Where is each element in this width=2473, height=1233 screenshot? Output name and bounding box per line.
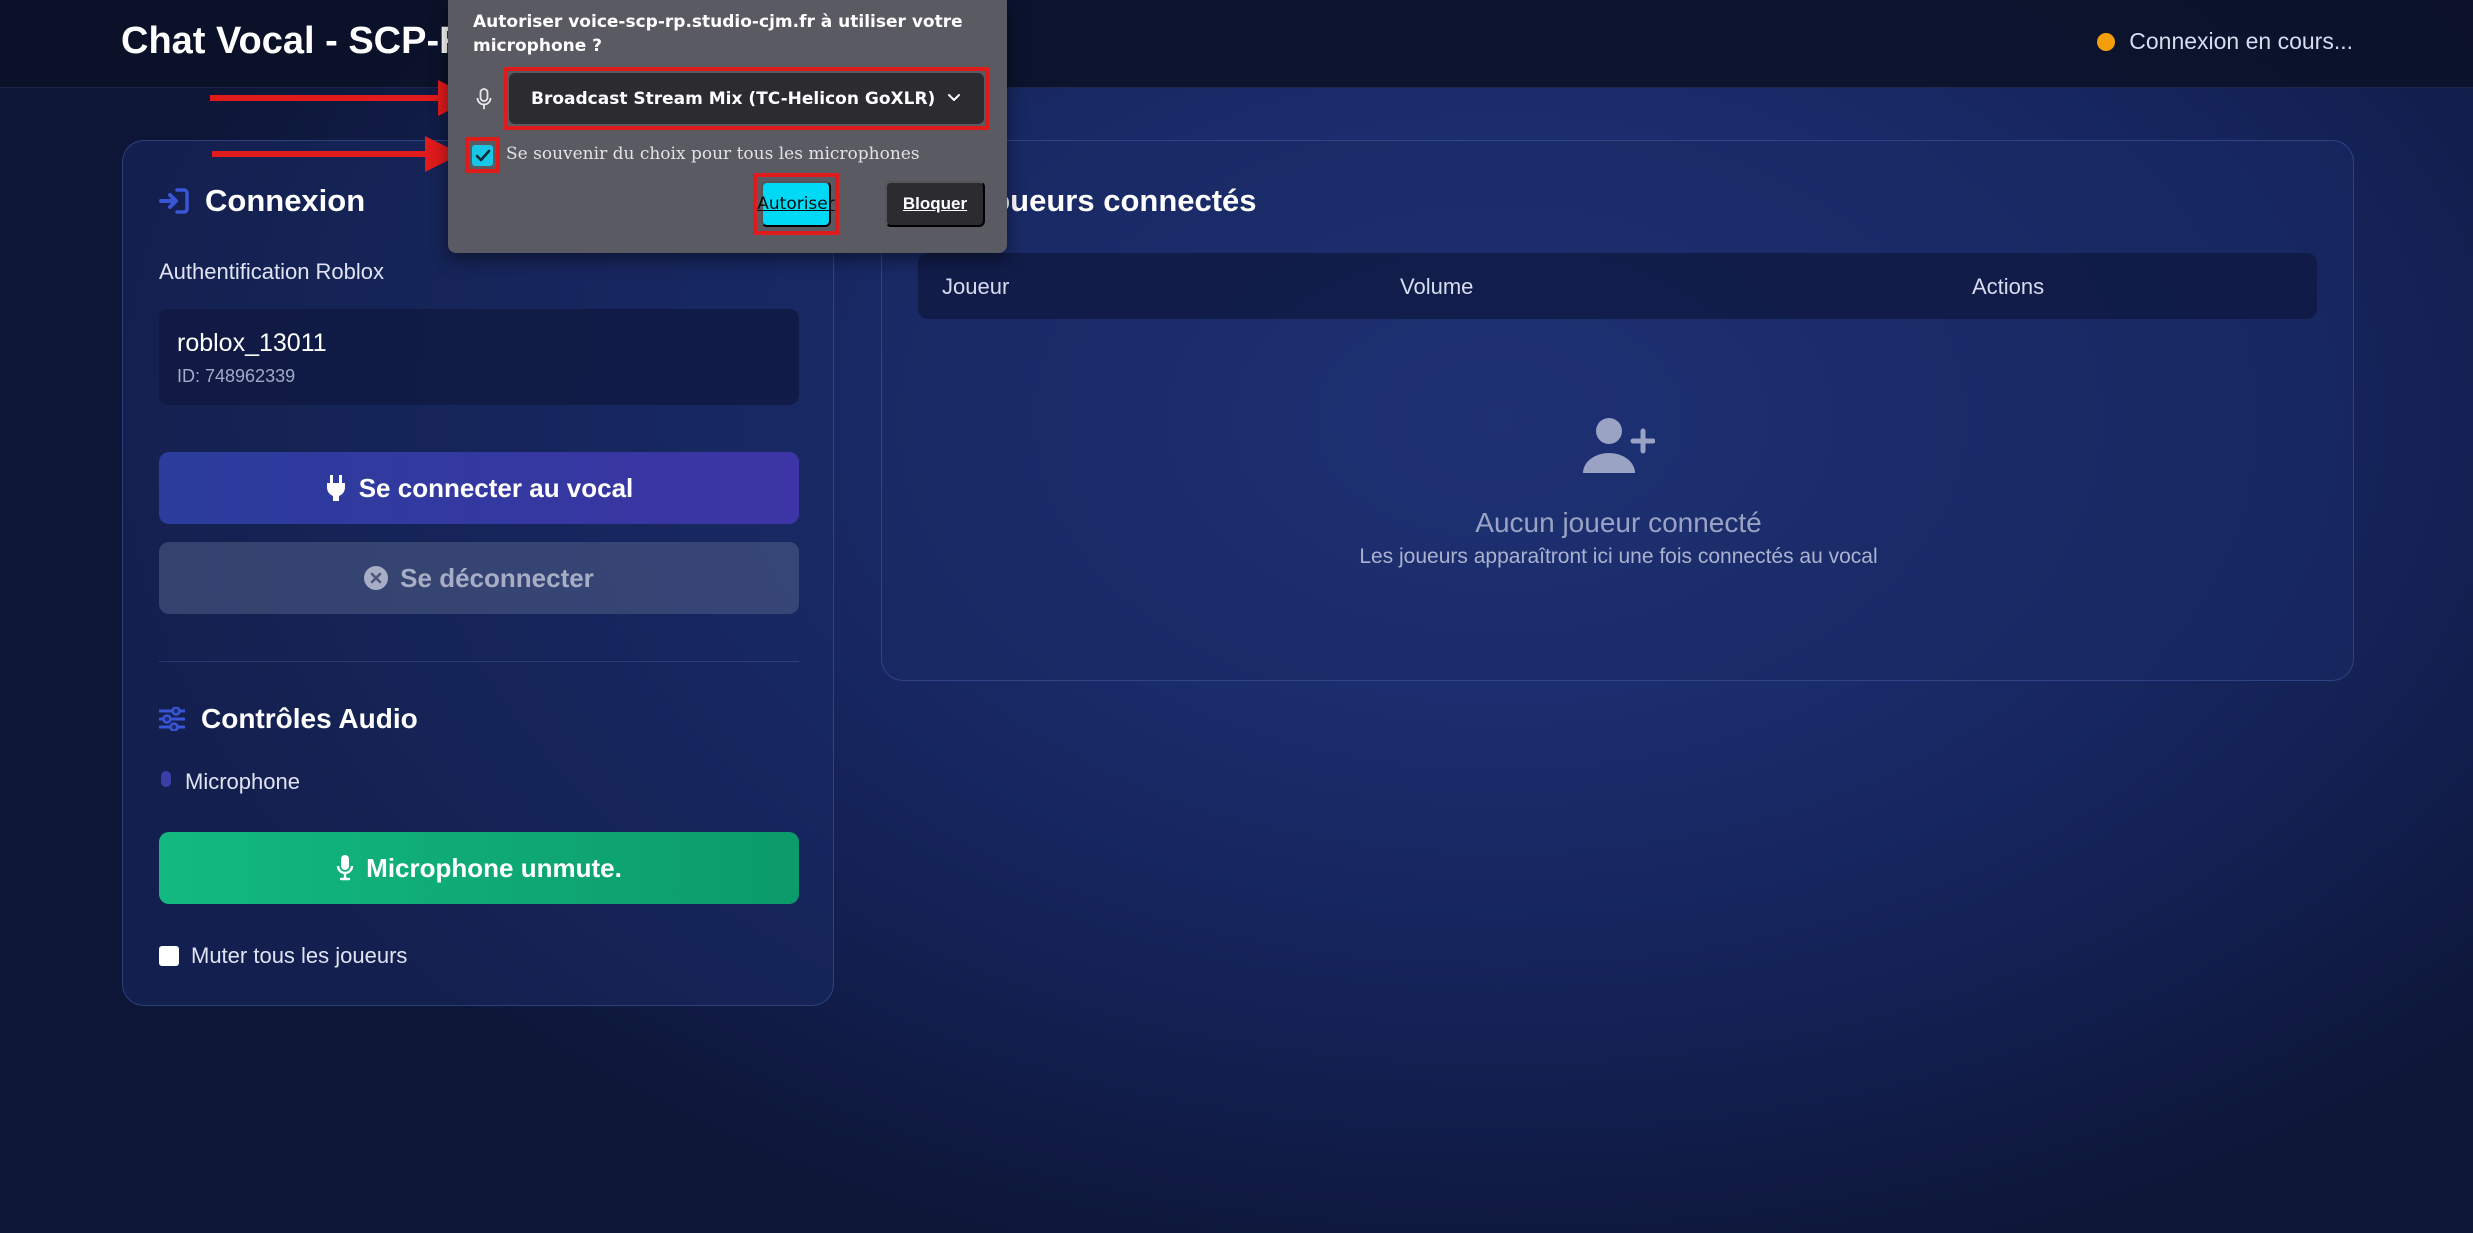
microphone-icon [476, 88, 492, 114]
remember-choice-label: Se souvenir du choix pour tous les micro… [506, 144, 920, 164]
microphone-device-select[interactable]: Broadcast Stream Mix (TC-Helicon GoXLR) [509, 73, 984, 124]
microphone-permission-popup: Autoriser voice-scp-rp.studio-cjm.fr à u… [448, 0, 1007, 253]
chevron-down-icon [946, 87, 962, 114]
allow-button[interactable]: Autoriser [757, 181, 835, 227]
checkmark-icon [475, 149, 490, 161]
annotation-arrows [210, 80, 747, 222]
device-select-value: Broadcast Stream Mix (TC-Helicon GoXLR) [531, 88, 936, 109]
remember-choice-checkbox[interactable] [472, 145, 493, 166]
permission-title: Autoriser voice-scp-rp.studio-cjm.fr à u… [473, 12, 963, 56]
block-button[interactable]: Bloquer [885, 181, 985, 227]
